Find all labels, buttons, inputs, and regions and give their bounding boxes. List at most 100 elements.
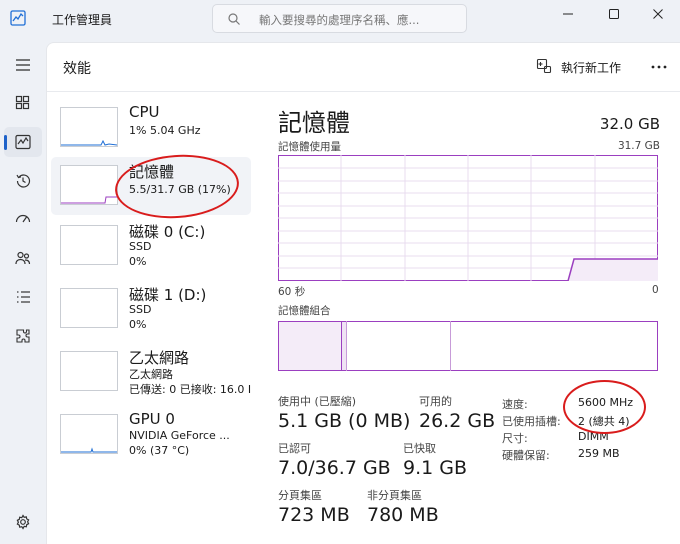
nav-services[interactable] — [4, 321, 42, 351]
resource-disk-1[interactable]: 磁碟 1 (D:) SSD 0% — [51, 280, 251, 338]
stat-cached: 已快取 9.1 GB — [403, 440, 467, 479]
resource-name: 乙太網路 — [129, 349, 190, 367]
resource-gpu-0[interactable]: GPU 0 NVIDIA GeForce ... 0% (37 °C) — [51, 406, 251, 464]
navigation-rail — [0, 42, 46, 544]
spec-hardware-reserved: 硬體保留: 259 MB — [502, 447, 620, 463]
resource-type: NVIDIA GeForce ... — [129, 429, 230, 442]
cpu-thumbnail-graph — [60, 107, 118, 147]
ethernet-thumbnail-graph — [60, 351, 118, 391]
resource-detail: 0% (37 °C) — [129, 444, 190, 457]
app-title: 工作管理員 — [52, 13, 113, 27]
nav-startup-apps[interactable] — [4, 204, 42, 234]
resource-detail: 1% 5.04 GHz — [129, 124, 201, 137]
stat-available: 可用的 26.2 GB — [419, 393, 495, 432]
composition-label: 記憶體組合 — [278, 305, 331, 317]
stat-value: 5.1 GB (0 MB) — [278, 410, 411, 432]
search-placeholder: 輸入要搜尋的處理序名稱、應... — [259, 13, 420, 27]
spec-key: 速度: — [502, 398, 528, 411]
minimize-button[interactable] — [553, 3, 583, 25]
spec-key: 尺寸: — [502, 432, 528, 445]
history-icon — [16, 174, 31, 188]
spec-slots-used: 已使用插槽: 2 (總共 4) — [502, 413, 630, 429]
resource-cpu[interactable]: CPU 1% 5.04 GHz — [51, 99, 251, 157]
services-puzzle-icon — [16, 329, 30, 343]
nav-processes[interactable] — [4, 88, 42, 118]
resource-disk-0[interactable]: 磁碟 0 (C:) SSD 0% — [51, 217, 251, 275]
nav-settings[interactable] — [4, 507, 42, 537]
startup-gauge-icon — [15, 214, 31, 223]
processes-icon — [15, 95, 30, 110]
resource-name: GPU 0 — [129, 410, 175, 428]
stat-paged-pool: 分頁集區 723 MB — [278, 487, 350, 526]
hamburger-menu-icon — [16, 59, 30, 71]
nav-performance[interactable] — [4, 127, 42, 157]
stat-in-use: 使用中 (已壓縮) 5.1 GB (0 MB) — [278, 393, 410, 432]
search-icon — [228, 13, 240, 25]
resource-name: 磁碟 0 (C:) — [129, 223, 206, 241]
disk-0-thumbnail-graph — [60, 225, 118, 265]
time-axis-end: 0 — [652, 284, 659, 296]
resource-name: CPU — [129, 103, 160, 121]
header-divider — [47, 91, 680, 92]
details-list-icon — [17, 291, 30, 303]
stat-label: 已認可 — [278, 442, 311, 455]
more-options-button[interactable] — [647, 57, 671, 77]
usage-graph-label: 記憶體使用量 — [278, 141, 341, 153]
users-icon — [15, 251, 31, 265]
memory-usage-graph — [278, 155, 658, 281]
spec-key: 已使用插槽: — [502, 415, 561, 428]
nav-menu[interactable] — [4, 50, 42, 80]
resource-type: SSD — [129, 303, 152, 316]
stat-value: 9.1 GB — [403, 457, 468, 479]
stat-nonpaged-pool: 非分頁集區 780 MB — [367, 487, 439, 526]
more-dots-icon — [651, 65, 667, 69]
spec-form-factor: 尺寸: DIMM — [502, 430, 609, 446]
memory-total: 32.0 GB — [599, 115, 660, 133]
stat-label: 已快取 — [403, 442, 436, 455]
page-title: 效能 — [63, 61, 91, 77]
resource-ethernet[interactable]: 乙太網路 乙太網路 已傳送: 0 已接收: 16.0 I — [51, 343, 251, 401]
detail-title: 記憶體 — [278, 109, 350, 137]
main-content: 效能 執行新工作 CPU 1% 5.04 GHz 記憶體 5.5/31.7 GB… — [46, 42, 680, 544]
close-icon — [653, 9, 663, 19]
stat-value: 780 MB — [367, 504, 439, 526]
stat-label: 可用的 — [419, 395, 452, 408]
task-manager-logo-icon — [10, 10, 26, 26]
spec-key: 硬體保留: — [502, 449, 550, 462]
settings-gear-icon — [16, 514, 30, 530]
minimize-icon — [563, 13, 573, 15]
time-axis-start: 60 秒 — [278, 286, 306, 298]
resource-type: SSD — [129, 240, 152, 253]
resource-list: CPU 1% 5.04 GHz 記憶體 5.5/31.7 GB (17%) 磁碟… — [51, 99, 251, 459]
spec-value: 259 MB — [578, 447, 620, 460]
disk-1-thumbnail-graph — [60, 288, 118, 328]
stat-value: 723 MB — [278, 504, 350, 526]
maximize-button[interactable] — [599, 3, 629, 25]
stat-value: 26.2 GB — [419, 410, 496, 432]
spec-speed: 速度: 5600 MHz — [502, 396, 633, 412]
stat-committed: 已認可 7.0/36.7 GB — [278, 440, 391, 479]
resource-detail: 已傳送: 0 已接收: 16.0 I — [129, 383, 251, 396]
title-bar: 工作管理員 輸入要搜尋的處理序名稱、應... — [0, 0, 680, 42]
nav-users[interactable] — [4, 243, 42, 273]
close-button[interactable] — [643, 3, 673, 25]
stat-label: 分頁集區 — [278, 489, 322, 502]
run-new-task-label: 執行新工作 — [561, 61, 622, 75]
annotation-circle-specs — [563, 380, 646, 434]
search-box[interactable]: 輸入要搜尋的處理序名稱、應... — [212, 4, 467, 33]
memory-composition-bar — [278, 321, 658, 371]
resource-name: 磁碟 1 (D:) — [129, 286, 207, 304]
resource-type: 乙太網路 — [129, 368, 173, 381]
nav-details[interactable] — [4, 282, 42, 312]
memory-thumbnail-graph — [60, 165, 118, 205]
new-task-icon — [536, 58, 552, 74]
usage-graph-max: 31.7 GB — [617, 140, 660, 152]
gpu-thumbnail-graph — [60, 414, 118, 454]
stat-label: 使用中 (已壓縮) — [278, 395, 357, 408]
maximize-icon — [609, 9, 619, 19]
nav-app-history[interactable] — [4, 166, 42, 196]
stat-value: 7.0/36.7 GB — [278, 457, 391, 479]
resource-detail: 0% — [129, 255, 147, 268]
resource-detail: 0% — [129, 318, 147, 331]
performance-icon — [15, 134, 31, 150]
